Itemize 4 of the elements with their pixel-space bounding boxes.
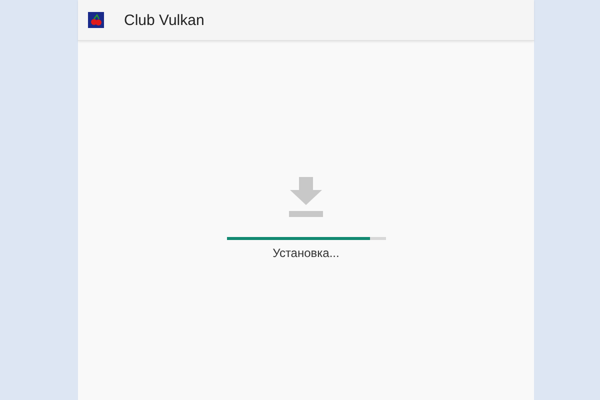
app-logo-icon (88, 12, 104, 28)
download-icon (288, 177, 324, 217)
app-title: Club Vulkan (124, 12, 204, 28)
install-status: Установка... (272, 246, 340, 260)
